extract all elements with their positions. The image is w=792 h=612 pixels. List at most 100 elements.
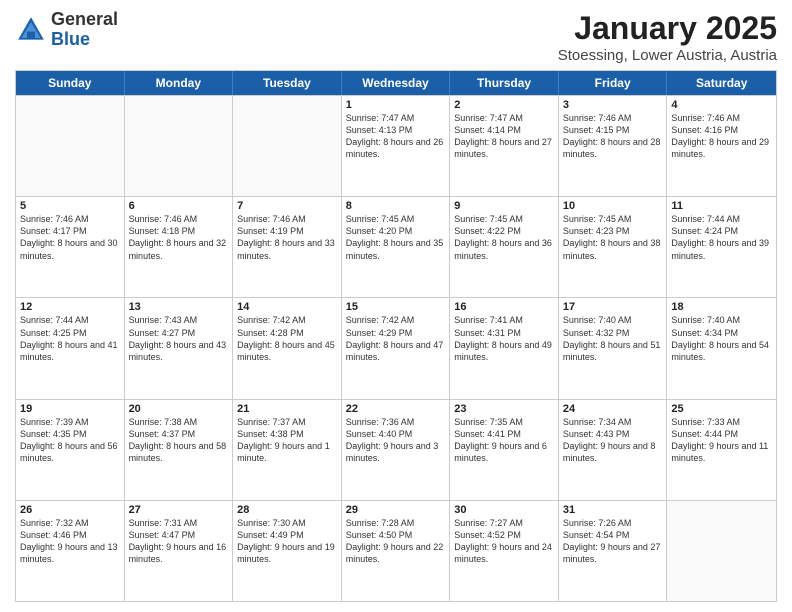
header-day-tuesday: Tuesday (233, 71, 342, 95)
calendar-cell: 29Sunrise: 7:28 AM Sunset: 4:50 PM Dayli… (342, 501, 451, 601)
calendar-cell: 23Sunrise: 7:35 AM Sunset: 4:41 PM Dayli… (450, 400, 559, 500)
location-title: Stoessing, Lower Austria, Austria (558, 47, 777, 64)
day-number: 29 (346, 504, 446, 516)
calendar-cell: 22Sunrise: 7:36 AM Sunset: 4:40 PM Dayli… (342, 400, 451, 500)
calendar-cell: 20Sunrise: 7:38 AM Sunset: 4:37 PM Dayli… (125, 400, 234, 500)
calendar-cell: 26Sunrise: 7:32 AM Sunset: 4:46 PM Dayli… (16, 501, 125, 601)
day-number: 1 (346, 99, 446, 111)
cell-info: Sunrise: 7:31 AM Sunset: 4:47 PM Dayligh… (129, 517, 229, 566)
calendar-cell: 5Sunrise: 7:46 AM Sunset: 4:17 PM Daylig… (16, 197, 125, 297)
header-day-thursday: Thursday (450, 71, 559, 95)
cell-info: Sunrise: 7:44 AM Sunset: 4:25 PM Dayligh… (20, 314, 120, 363)
cell-info: Sunrise: 7:42 AM Sunset: 4:28 PM Dayligh… (237, 314, 337, 363)
calendar: SundayMondayTuesdayWednesdayThursdayFrid… (15, 70, 777, 602)
day-number: 16 (454, 301, 554, 313)
page: General Blue January 2025 Stoessing, Low… (0, 0, 792, 612)
calendar-cell: 7Sunrise: 7:46 AM Sunset: 4:19 PM Daylig… (233, 197, 342, 297)
day-number: 5 (20, 200, 120, 212)
day-number: 18 (671, 301, 772, 313)
calendar-week-2: 5Sunrise: 7:46 AM Sunset: 4:17 PM Daylig… (16, 196, 776, 297)
day-number: 19 (20, 403, 120, 415)
title-section: January 2025 Stoessing, Lower Austria, A… (558, 10, 777, 64)
day-number: 6 (129, 200, 229, 212)
cell-info: Sunrise: 7:45 AM Sunset: 4:20 PM Dayligh… (346, 213, 446, 262)
day-number: 11 (671, 200, 772, 212)
calendar-cell: 17Sunrise: 7:40 AM Sunset: 4:32 PM Dayli… (559, 298, 668, 398)
cell-info: Sunrise: 7:45 AM Sunset: 4:22 PM Dayligh… (454, 213, 554, 262)
cell-info: Sunrise: 7:40 AM Sunset: 4:34 PM Dayligh… (671, 314, 772, 363)
cell-info: Sunrise: 7:30 AM Sunset: 4:49 PM Dayligh… (237, 517, 337, 566)
calendar-week-4: 19Sunrise: 7:39 AM Sunset: 4:35 PM Dayli… (16, 399, 776, 500)
calendar-week-1: 1Sunrise: 7:47 AM Sunset: 4:13 PM Daylig… (16, 95, 776, 196)
day-number: 17 (563, 301, 663, 313)
cell-info: Sunrise: 7:40 AM Sunset: 4:32 PM Dayligh… (563, 314, 663, 363)
day-number: 25 (671, 403, 772, 415)
day-number: 22 (346, 403, 446, 415)
cell-info: Sunrise: 7:41 AM Sunset: 4:31 PM Dayligh… (454, 314, 554, 363)
day-number: 15 (346, 301, 446, 313)
calendar-cell: 9Sunrise: 7:45 AM Sunset: 4:22 PM Daylig… (450, 197, 559, 297)
header: General Blue January 2025 Stoessing, Low… (15, 10, 777, 64)
cell-info: Sunrise: 7:32 AM Sunset: 4:46 PM Dayligh… (20, 517, 120, 566)
calendar-cell: 10Sunrise: 7:45 AM Sunset: 4:23 PM Dayli… (559, 197, 668, 297)
day-number: 9 (454, 200, 554, 212)
calendar-cell: 3Sunrise: 7:46 AM Sunset: 4:15 PM Daylig… (559, 96, 668, 196)
calendar-cell: 12Sunrise: 7:44 AM Sunset: 4:25 PM Dayli… (16, 298, 125, 398)
day-number: 8 (346, 200, 446, 212)
day-number: 21 (237, 403, 337, 415)
cell-info: Sunrise: 7:26 AM Sunset: 4:54 PM Dayligh… (563, 517, 663, 566)
logo: General Blue (15, 10, 118, 50)
cell-info: Sunrise: 7:46 AM Sunset: 4:16 PM Dayligh… (671, 112, 772, 161)
calendar-cell (667, 501, 776, 601)
calendar-cell: 13Sunrise: 7:43 AM Sunset: 4:27 PM Dayli… (125, 298, 234, 398)
month-title: January 2025 (558, 10, 777, 47)
calendar-cell: 18Sunrise: 7:40 AM Sunset: 4:34 PM Dayli… (667, 298, 776, 398)
day-number: 31 (563, 504, 663, 516)
calendar-header: SundayMondayTuesdayWednesdayThursdayFrid… (16, 71, 776, 95)
calendar-cell: 14Sunrise: 7:42 AM Sunset: 4:28 PM Dayli… (233, 298, 342, 398)
cell-info: Sunrise: 7:36 AM Sunset: 4:40 PM Dayligh… (346, 416, 446, 465)
cell-info: Sunrise: 7:43 AM Sunset: 4:27 PM Dayligh… (129, 314, 229, 363)
calendar-cell: 8Sunrise: 7:45 AM Sunset: 4:20 PM Daylig… (342, 197, 451, 297)
cell-info: Sunrise: 7:47 AM Sunset: 4:14 PM Dayligh… (454, 112, 554, 161)
day-number: 30 (454, 504, 554, 516)
day-number: 2 (454, 99, 554, 111)
calendar-cell: 27Sunrise: 7:31 AM Sunset: 4:47 PM Dayli… (125, 501, 234, 601)
day-number: 7 (237, 200, 337, 212)
day-number: 28 (237, 504, 337, 516)
calendar-week-5: 26Sunrise: 7:32 AM Sunset: 4:46 PM Dayli… (16, 500, 776, 601)
day-number: 10 (563, 200, 663, 212)
cell-info: Sunrise: 7:42 AM Sunset: 4:29 PM Dayligh… (346, 314, 446, 363)
calendar-cell: 2Sunrise: 7:47 AM Sunset: 4:14 PM Daylig… (450, 96, 559, 196)
cell-info: Sunrise: 7:33 AM Sunset: 4:44 PM Dayligh… (671, 416, 772, 465)
cell-info: Sunrise: 7:28 AM Sunset: 4:50 PM Dayligh… (346, 517, 446, 566)
cell-info: Sunrise: 7:39 AM Sunset: 4:35 PM Dayligh… (20, 416, 120, 465)
day-number: 24 (563, 403, 663, 415)
calendar-body: 1Sunrise: 7:47 AM Sunset: 4:13 PM Daylig… (16, 95, 776, 601)
calendar-cell: 19Sunrise: 7:39 AM Sunset: 4:35 PM Dayli… (16, 400, 125, 500)
day-number: 23 (454, 403, 554, 415)
calendar-cell (233, 96, 342, 196)
cell-info: Sunrise: 7:46 AM Sunset: 4:19 PM Dayligh… (237, 213, 337, 262)
cell-info: Sunrise: 7:37 AM Sunset: 4:38 PM Dayligh… (237, 416, 337, 465)
cell-info: Sunrise: 7:46 AM Sunset: 4:18 PM Dayligh… (129, 213, 229, 262)
day-number: 20 (129, 403, 229, 415)
calendar-cell (125, 96, 234, 196)
calendar-cell: 15Sunrise: 7:42 AM Sunset: 4:29 PM Dayli… (342, 298, 451, 398)
cell-info: Sunrise: 7:44 AM Sunset: 4:24 PM Dayligh… (671, 213, 772, 262)
calendar-week-3: 12Sunrise: 7:44 AM Sunset: 4:25 PM Dayli… (16, 297, 776, 398)
calendar-cell: 31Sunrise: 7:26 AM Sunset: 4:54 PM Dayli… (559, 501, 668, 601)
day-number: 3 (563, 99, 663, 111)
calendar-cell: 30Sunrise: 7:27 AM Sunset: 4:52 PM Dayli… (450, 501, 559, 601)
calendar-cell: 25Sunrise: 7:33 AM Sunset: 4:44 PM Dayli… (667, 400, 776, 500)
header-day-saturday: Saturday (667, 71, 776, 95)
day-number: 13 (129, 301, 229, 313)
cell-info: Sunrise: 7:47 AM Sunset: 4:13 PM Dayligh… (346, 112, 446, 161)
cell-info: Sunrise: 7:45 AM Sunset: 4:23 PM Dayligh… (563, 213, 663, 262)
header-day-wednesday: Wednesday (342, 71, 451, 95)
cell-info: Sunrise: 7:34 AM Sunset: 4:43 PM Dayligh… (563, 416, 663, 465)
calendar-cell: 24Sunrise: 7:34 AM Sunset: 4:43 PM Dayli… (559, 400, 668, 500)
logo-general-text: General (51, 10, 118, 30)
cell-info: Sunrise: 7:35 AM Sunset: 4:41 PM Dayligh… (454, 416, 554, 465)
calendar-cell: 16Sunrise: 7:41 AM Sunset: 4:31 PM Dayli… (450, 298, 559, 398)
